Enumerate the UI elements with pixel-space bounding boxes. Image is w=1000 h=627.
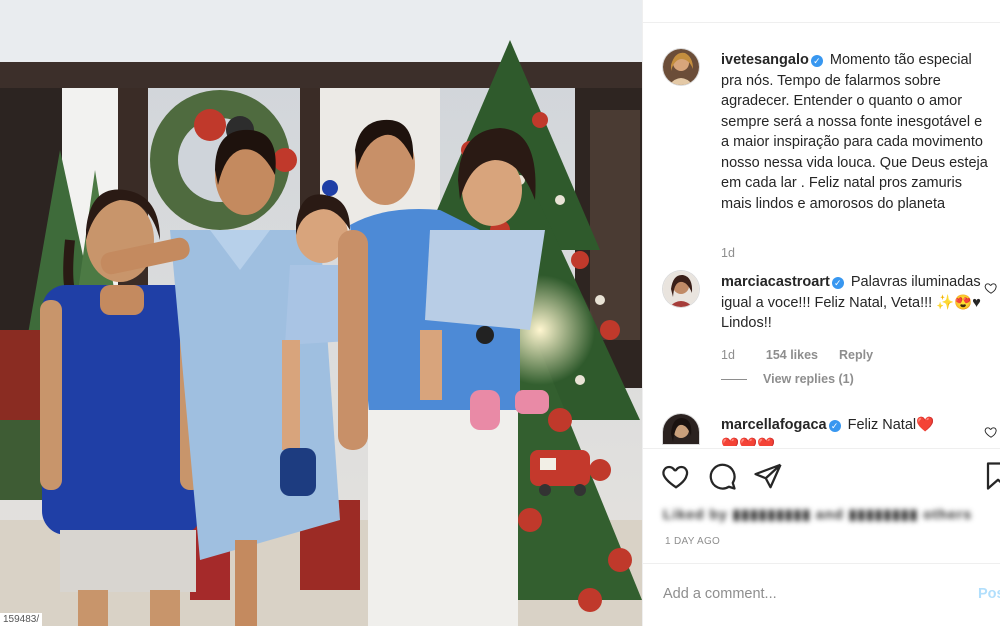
comment-likes[interactable]: 154 likes bbox=[766, 348, 818, 362]
comment-marciacastroart: marciacastroart ✓ Palavras iluminadas igu… bbox=[721, 272, 993, 334]
photo-illustration bbox=[0, 0, 642, 626]
avatar-ivetesangalo-icon bbox=[663, 49, 699, 85]
comment-username[interactable]: marciacastroart bbox=[721, 274, 830, 290]
reply-button[interactable]: Reply bbox=[839, 348, 873, 362]
post-time-ago[interactable]: 1 DAY AGO bbox=[665, 536, 720, 547]
view-replies-label: View replies (1) bbox=[763, 372, 854, 386]
heart-outline-icon[interactable] bbox=[661, 461, 691, 491]
paper-plane-icon[interactable] bbox=[753, 461, 783, 491]
post-photo[interactable]: 159483/ bbox=[0, 0, 642, 626]
likes-summary-blurred[interactable]: Liked by ▮▮▮▮▮▮▮▮▮ and ▮▮▮▮▮▮▮▮ others bbox=[663, 506, 972, 523]
post-side-panel: ivetesangalo ✓ Momento tão especial pra n… bbox=[642, 0, 1000, 626]
speech-bubble-icon[interactable] bbox=[707, 461, 737, 491]
post-comment-button[interactable]: Post bbox=[978, 586, 1000, 602]
verified-badge-icon: ✓ bbox=[831, 277, 844, 289]
add-comment-bar: Add a comment... Post bbox=[643, 563, 1000, 627]
comment-text: Feliz Natal❤️ bbox=[847, 417, 935, 433]
caption-text: Momento tão especial pra nós. Tempo de f… bbox=[721, 52, 988, 212]
avatar-marcellafogaca-icon bbox=[663, 414, 699, 444]
comment-time[interactable]: 1d bbox=[721, 348, 735, 362]
post-caption: ivetesangalo ✓ Momento tão especial pra n… bbox=[721, 50, 993, 214]
comment-marcellafogaca: marcellafogaca ✓ Feliz Natal❤️ ❤️❤️❤️ bbox=[721, 415, 993, 446]
avatar-marciacastroart-icon bbox=[663, 271, 699, 307]
verified-badge-icon: ✓ bbox=[828, 420, 841, 432]
verified-badge-icon: ✓ bbox=[810, 55, 823, 67]
comment-like-heart-icon[interactable] bbox=[984, 281, 998, 295]
comment-like-heart-icon[interactable] bbox=[984, 425, 998, 439]
comment-avatar-marcellafogaca[interactable] bbox=[663, 414, 699, 444]
comment-text-continued: ❤️❤️❤️ bbox=[721, 437, 776, 447]
comment-username[interactable]: marcellafogaca bbox=[721, 417, 827, 433]
add-comment-input[interactable]: Add a comment... bbox=[663, 586, 777, 602]
panel-header bbox=[643, 0, 1000, 23]
post-actions-bar bbox=[643, 448, 1000, 505]
comment-meta: 1d 154 likes Reply bbox=[721, 348, 873, 362]
url-fragment-text: 159483/ bbox=[0, 613, 43, 626]
comment-avatar-marciacastroart[interactable] bbox=[663, 271, 699, 307]
view-replies-button[interactable]: View replies (1) bbox=[721, 372, 854, 386]
caption-time[interactable]: 1d bbox=[721, 246, 735, 260]
replies-divider bbox=[721, 379, 747, 381]
caption-avatar[interactable] bbox=[663, 49, 699, 85]
caption-username[interactable]: ivetesangalo bbox=[721, 52, 809, 68]
bookmark-icon[interactable] bbox=[983, 461, 1000, 491]
